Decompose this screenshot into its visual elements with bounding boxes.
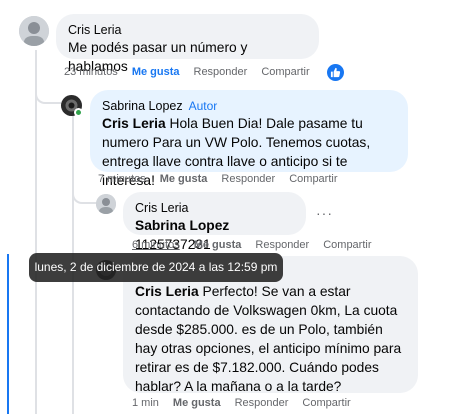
comment-actions: 23 minutos Me gusta Responder Compartir	[64, 66, 310, 78]
comment-author[interactable]: Sabrina Lopez	[102, 99, 183, 113]
timestamp-tooltip: lunes, 2 de diciembre de 2024 a las 12:5…	[29, 253, 283, 282]
mention-link[interactable]: Cris Leria	[135, 284, 199, 299]
thread-elbow	[72, 180, 96, 204]
comment-actions: 7 minutos Me gusta Responder Compartir	[98, 173, 338, 185]
comment-bubble: Sabrina Lopez Autor Cris Leria Hola Buen …	[90, 90, 408, 188]
online-status-icon	[74, 108, 83, 117]
like-button[interactable]: Me gusta	[194, 239, 242, 251]
comment-bubble: Cris Leria Sabrina Lopez 1125737231	[123, 192, 306, 252]
share-button[interactable]: Compartir	[302, 397, 350, 409]
avatar[interactable]	[96, 194, 116, 214]
comment-author[interactable]: Cris Leria	[135, 200, 294, 216]
share-button[interactable]: Compartir	[289, 173, 337, 185]
comment-time[interactable]: 7 minutos	[98, 173, 146, 185]
comment-time[interactable]: 23 minutos	[64, 66, 118, 78]
comment-author[interactable]: Cris Leria	[68, 22, 307, 38]
reply-button[interactable]: Responder	[255, 239, 309, 251]
share-button[interactable]: Compartir	[323, 239, 371, 251]
reply-button[interactable]: Responder	[194, 66, 248, 78]
comment-actions: 1 min Me gusta Responder Compartir	[132, 397, 351, 409]
thread-line	[35, 50, 37, 414]
reply-button[interactable]: Responder	[235, 397, 289, 409]
like-button[interactable]: Me gusta	[173, 397, 221, 409]
comment-text-row: Cris Leria Perfecto! Se van a estar cont…	[135, 282, 406, 396]
like-button[interactable]: Me gusta	[132, 66, 180, 78]
thread-line-active	[7, 254, 9, 414]
like-button[interactable]: Me gusta	[160, 173, 208, 185]
comment-text: Perfecto! Se van a estar contactando de …	[135, 284, 402, 394]
more-options-icon[interactable]: ···	[316, 205, 333, 221]
reply-button[interactable]: Responder	[221, 173, 275, 185]
avatar-image	[19, 16, 49, 46]
comment-actions: 6 minutos Me gusta Responder Compartir	[132, 239, 372, 251]
comment-time[interactable]: 6 minutos	[132, 239, 180, 251]
comment-author-row: Sabrina Lopez Autor	[102, 98, 396, 114]
share-button[interactable]: Compartir	[261, 66, 309, 78]
thread-elbow	[35, 76, 61, 104]
avatar[interactable]	[19, 16, 49, 46]
like-reaction-icon[interactable]	[327, 64, 344, 81]
comment-bubble: Cris Leria Me podés pasar un número y ha…	[56, 14, 319, 74]
mention-link[interactable]: Sabrina Lopez	[135, 218, 229, 233]
comment-time[interactable]: 1 min	[132, 397, 159, 409]
avatar-image	[96, 194, 116, 214]
author-badge: Autor	[188, 99, 218, 113]
mention-link[interactable]: Cris Leria	[102, 116, 166, 131]
